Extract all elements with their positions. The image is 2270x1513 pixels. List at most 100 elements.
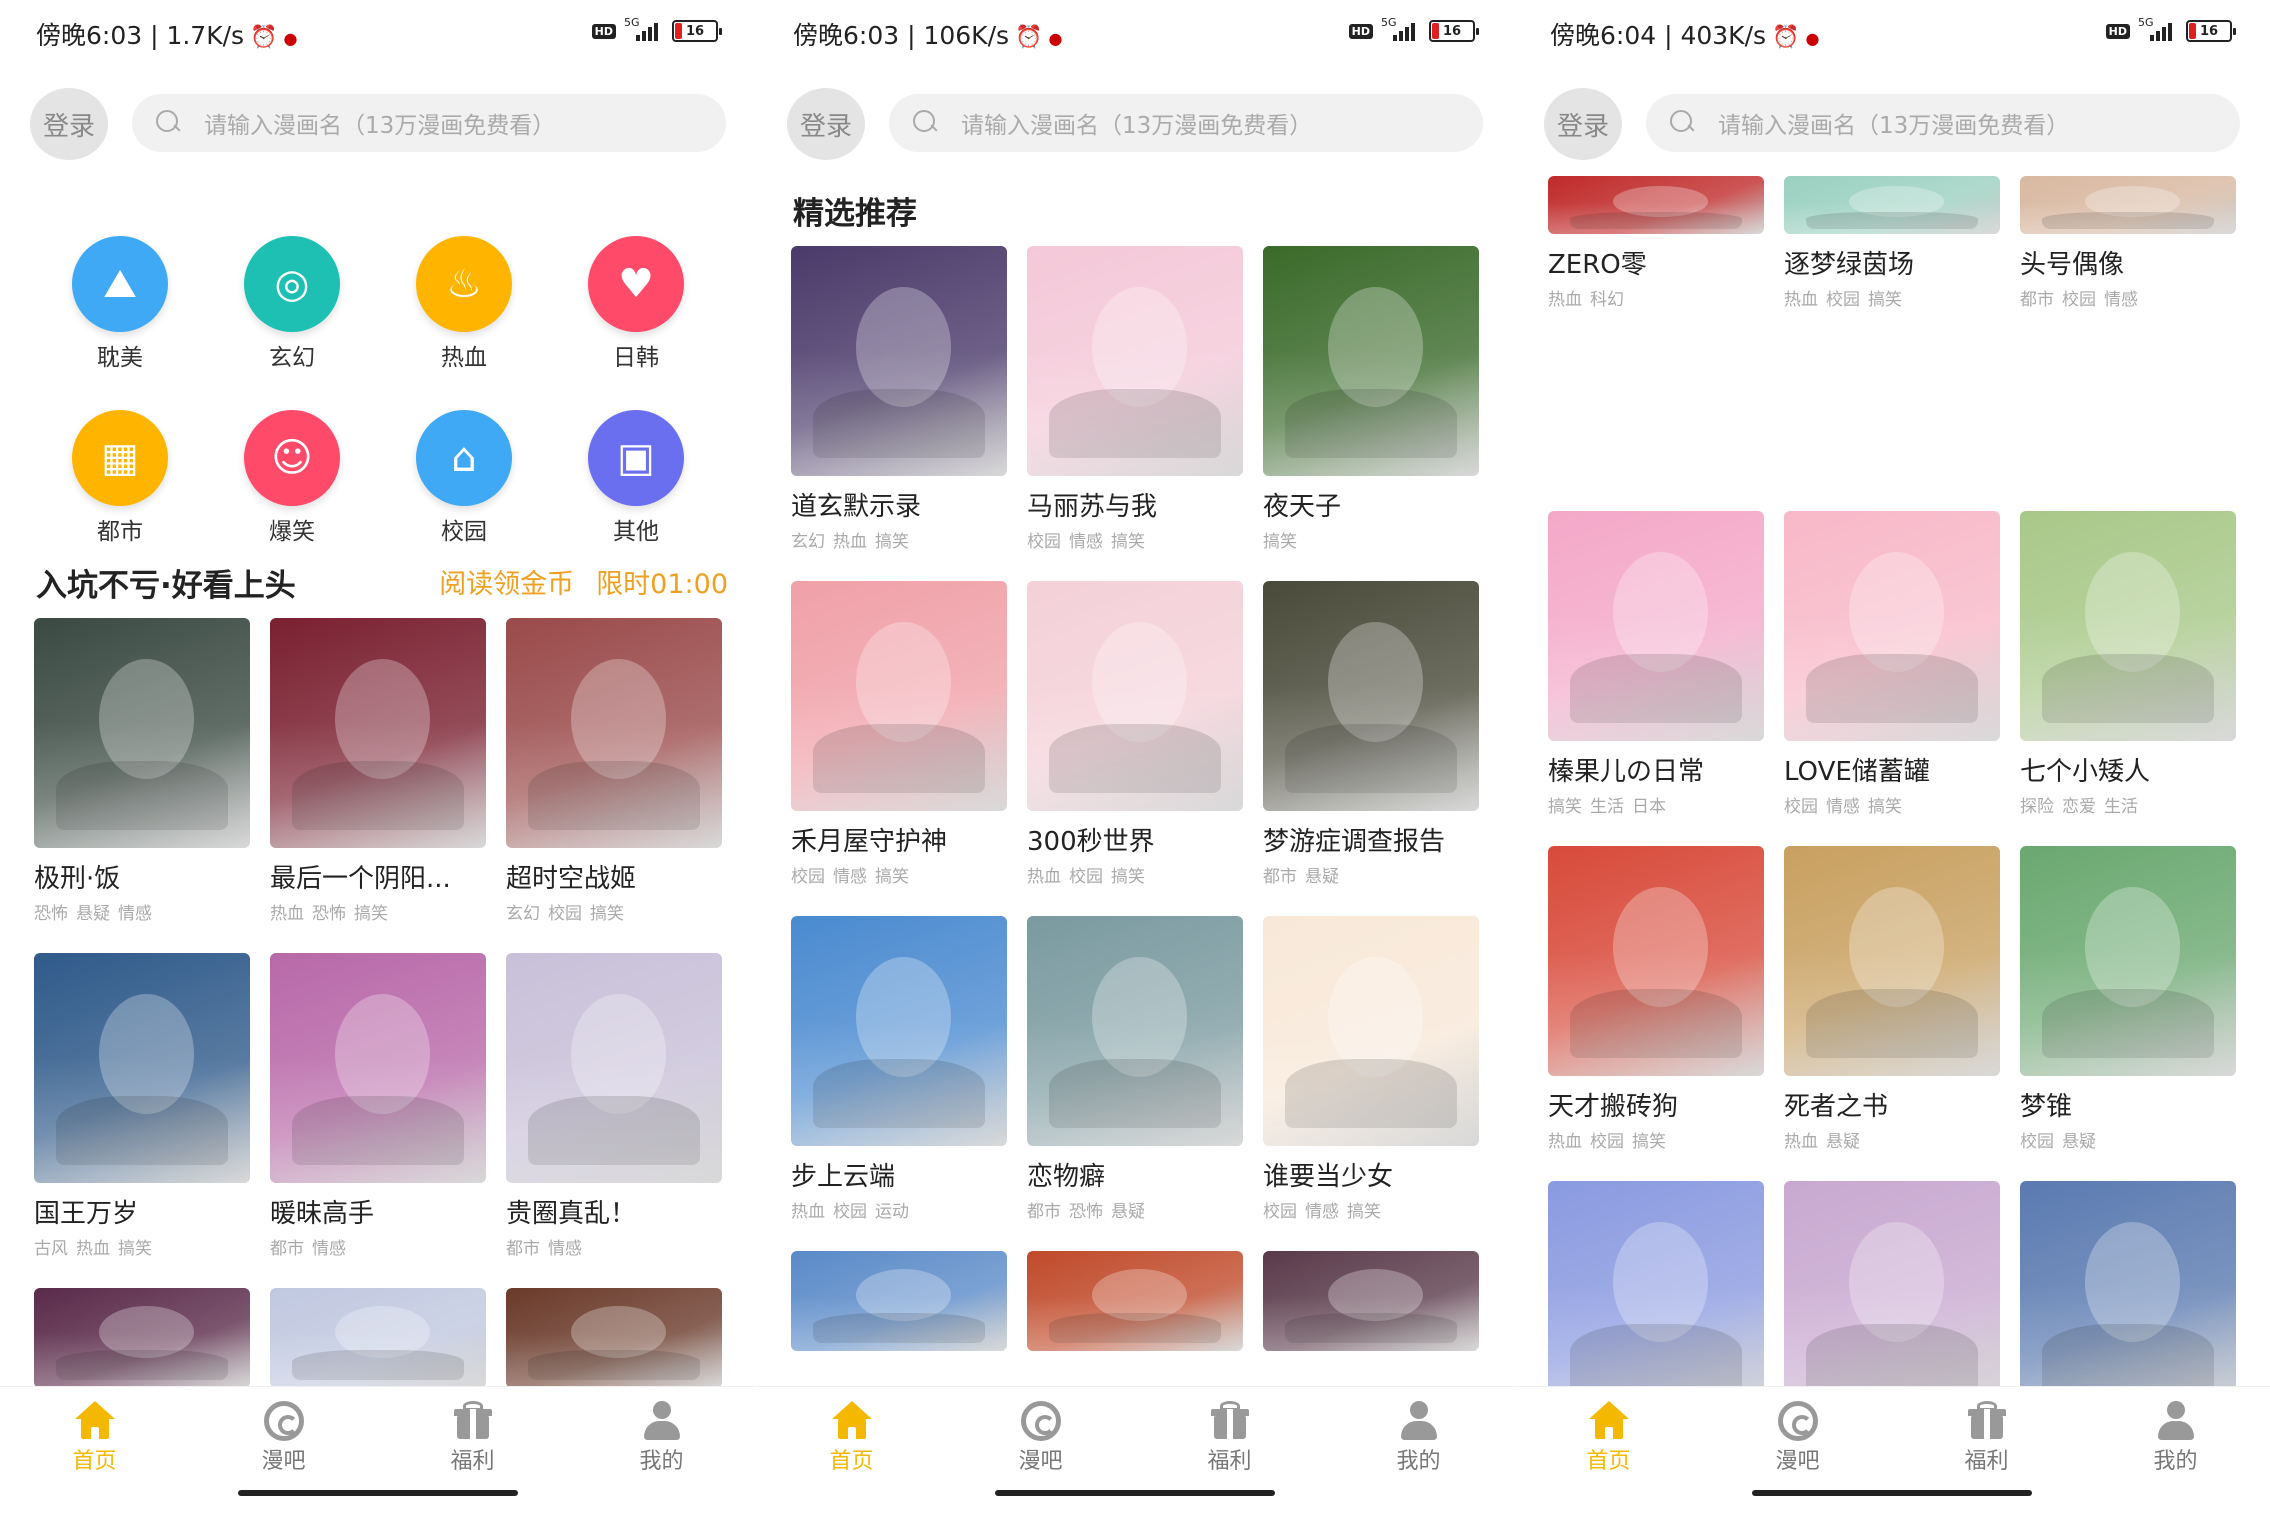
comic-cover[interactable]	[270, 618, 486, 848]
comic-cover[interactable]	[1548, 1181, 1764, 1411]
comic-cover[interactable]	[2020, 176, 2236, 234]
comic-card[interactable]: 马丽苏与我 校园 情感 搞笑	[1027, 246, 1243, 581]
cloud-mountain-icon: ⛰	[72, 236, 168, 332]
comic-card[interactable]: 暖昧高手 都市 情感	[270, 953, 486, 1288]
comic-cover[interactable]	[1784, 176, 2000, 234]
comic-card[interactable]: 梦游症调查报告 都市 悬疑	[1263, 581, 1479, 916]
category-item[interactable]: ▣ 其他	[550, 410, 722, 546]
comic-card[interactable]: 国王万岁 古风 热血 搞笑	[34, 953, 250, 1288]
comic-title: 梦游症调查报告	[1263, 827, 1446, 857]
comic-cover[interactable]	[791, 1251, 1007, 1351]
comic-cover[interactable]	[1027, 1251, 1243, 1351]
nav-item-2[interactable]: 福利	[1135, 1387, 1324, 1475]
nav-item-3[interactable]: 我的	[2081, 1387, 2270, 1475]
comic-title: 夜天子	[1263, 492, 1342, 522]
nav-item-0[interactable]: 首页	[757, 1387, 946, 1475]
category-item[interactable]: ☺ 爆笑	[206, 410, 378, 546]
comic-card[interactable]: 步上云端 热血 校园 运动	[791, 916, 1007, 1251]
comic-card[interactable]: 道玄默示录 玄幻 热血 搞笑	[791, 246, 1007, 581]
comic-card[interactable]: 谁要当少女 校园 情感 搞笑	[1263, 916, 1479, 1251]
comic-cover[interactable]	[791, 246, 1007, 476]
comic-cover[interactable]	[1784, 511, 2000, 741]
comic-tag: 校园	[1826, 290, 1860, 310]
category-item[interactable]: ♨ 热血	[378, 236, 550, 372]
comic-cover[interactable]	[2020, 1181, 2236, 1411]
category-item[interactable]: ♥ 日韩	[550, 236, 722, 372]
nav-item-1[interactable]: 漫吧	[1703, 1387, 1892, 1475]
comic-card[interactable]: 贵圈真乱！ 都市 情感	[506, 953, 722, 1288]
comic-cover[interactable]	[506, 618, 722, 848]
comic-tag: 悬疑	[76, 904, 110, 924]
comic-cover[interactable]	[1263, 916, 1479, 1146]
user-icon	[642, 1401, 682, 1441]
comic-cover[interactable]	[34, 1288, 250, 1388]
comic-cover[interactable]	[34, 953, 250, 1183]
comic-card[interactable]: 300秒世界 热血 校园 搞笑	[1027, 581, 1243, 916]
search-input[interactable]: 请输入漫画名（13万漫画免费看）	[889, 94, 1483, 152]
category-item[interactable]: ⛰ 耽美	[34, 236, 206, 372]
comic-card[interactable]: 极刑·饭 恐怖 悬疑 情感	[34, 618, 250, 953]
comic-cover[interactable]	[1027, 581, 1243, 811]
comic-card[interactable]: 榛果儿の日常 搞笑 生活 日本	[1548, 511, 1764, 846]
category-item[interactable]: ⌂ 校园	[378, 410, 550, 546]
comic-cover[interactable]	[506, 1288, 722, 1388]
nav-item-1[interactable]: 漫吧	[189, 1387, 378, 1475]
category-item[interactable]: ▦ 都市	[34, 410, 206, 546]
promo-banner[interactable]: 阅读领金币 限时01:00	[439, 562, 728, 601]
nav-label: 福利	[1964, 1449, 2009, 1474]
comic-cover[interactable]	[1263, 581, 1479, 811]
comic-card[interactable]: 恋物癖 都市 恐怖 悬疑	[1027, 916, 1243, 1251]
comic-card[interactable]: 天才搬砖狗 热血 校园 搞笑	[1548, 846, 1764, 1181]
nav-item-1[interactable]: 漫吧	[946, 1387, 1135, 1475]
comic-card[interactable]	[506, 1288, 722, 1388]
comic-card[interactable]: 逐梦绿茵场 热血 校园 搞笑	[1784, 176, 2000, 511]
nav-item-2[interactable]: 福利	[378, 1387, 567, 1475]
comic-cover[interactable]	[506, 953, 722, 1183]
comic-cover[interactable]	[34, 618, 250, 848]
search-placeholder: 请输入漫画名（13万漫画免费看）	[204, 113, 556, 139]
comic-cover[interactable]	[2020, 846, 2236, 1076]
comic-cover[interactable]	[1548, 511, 1764, 741]
nav-item-0[interactable]: 首页	[1514, 1387, 1703, 1475]
comic-card[interactable]: 梦锥 校园 悬疑	[2020, 846, 2236, 1181]
comic-card[interactable]: 七个小矮人 探险 恋爱 生活	[2020, 511, 2236, 846]
comic-cover[interactable]	[270, 953, 486, 1183]
comic-card[interactable]	[791, 1251, 1007, 1351]
login-button[interactable]: 登录	[30, 88, 108, 160]
comic-card[interactable]: 头号偶像 都市 校园 情感	[2020, 176, 2236, 511]
search-input[interactable]: 请输入漫画名（13万漫画免费看）	[1646, 94, 2240, 152]
comic-title: 榛果儿の日常	[1548, 757, 1705, 787]
comic-card[interactable]	[1263, 1251, 1479, 1351]
search-input[interactable]: 请输入漫画名（13万漫画免费看）	[132, 94, 726, 152]
nav-item-0[interactable]: 首页	[0, 1387, 189, 1475]
comic-cover[interactable]	[1027, 916, 1243, 1146]
category-item[interactable]: ◎ 玄幻	[206, 236, 378, 372]
nav-item-3[interactable]: 我的	[1324, 1387, 1513, 1475]
comic-card[interactable]	[270, 1288, 486, 1388]
comic-card[interactable]	[1027, 1251, 1243, 1351]
login-button[interactable]: 登录	[1544, 88, 1622, 160]
comic-cover[interactable]	[791, 916, 1007, 1146]
comic-card[interactable]: 超时空战姬 玄幻 校园 搞笑	[506, 618, 722, 953]
comic-cover[interactable]	[1263, 1251, 1479, 1351]
login-button[interactable]: 登录	[787, 88, 865, 160]
comic-cover[interactable]	[791, 581, 1007, 811]
comic-card[interactable]: ZERO零 热血 科幻	[1548, 176, 1764, 511]
comic-cover[interactable]	[1263, 246, 1479, 476]
nav-item-3[interactable]: 我的	[567, 1387, 756, 1475]
comic-cover[interactable]	[2020, 511, 2236, 741]
nav-item-2[interactable]: 福利	[1892, 1387, 2081, 1475]
comic-card[interactable]: 夜天子 搞笑	[1263, 246, 1479, 581]
comic-cover[interactable]	[1784, 1181, 2000, 1411]
comic-tag: 悬疑	[2062, 1132, 2096, 1152]
comic-cover[interactable]	[1027, 246, 1243, 476]
comic-card[interactable]: 禾月屋守护神 校园 情感 搞笑	[791, 581, 1007, 916]
comic-card[interactable]	[34, 1288, 250, 1388]
comic-cover[interactable]	[1784, 846, 2000, 1076]
comic-card[interactable]: 最后一个阴阳... 热血 恐怖 搞笑	[270, 618, 486, 953]
comic-cover[interactable]	[270, 1288, 486, 1388]
comic-card[interactable]: 死者之书 热血 悬疑	[1784, 846, 2000, 1181]
comic-cover[interactable]	[1548, 846, 1764, 1076]
comic-card[interactable]: LOVE储蓄罐 校园 情感 搞笑	[1784, 511, 2000, 846]
comic-cover[interactable]	[1548, 176, 1764, 234]
